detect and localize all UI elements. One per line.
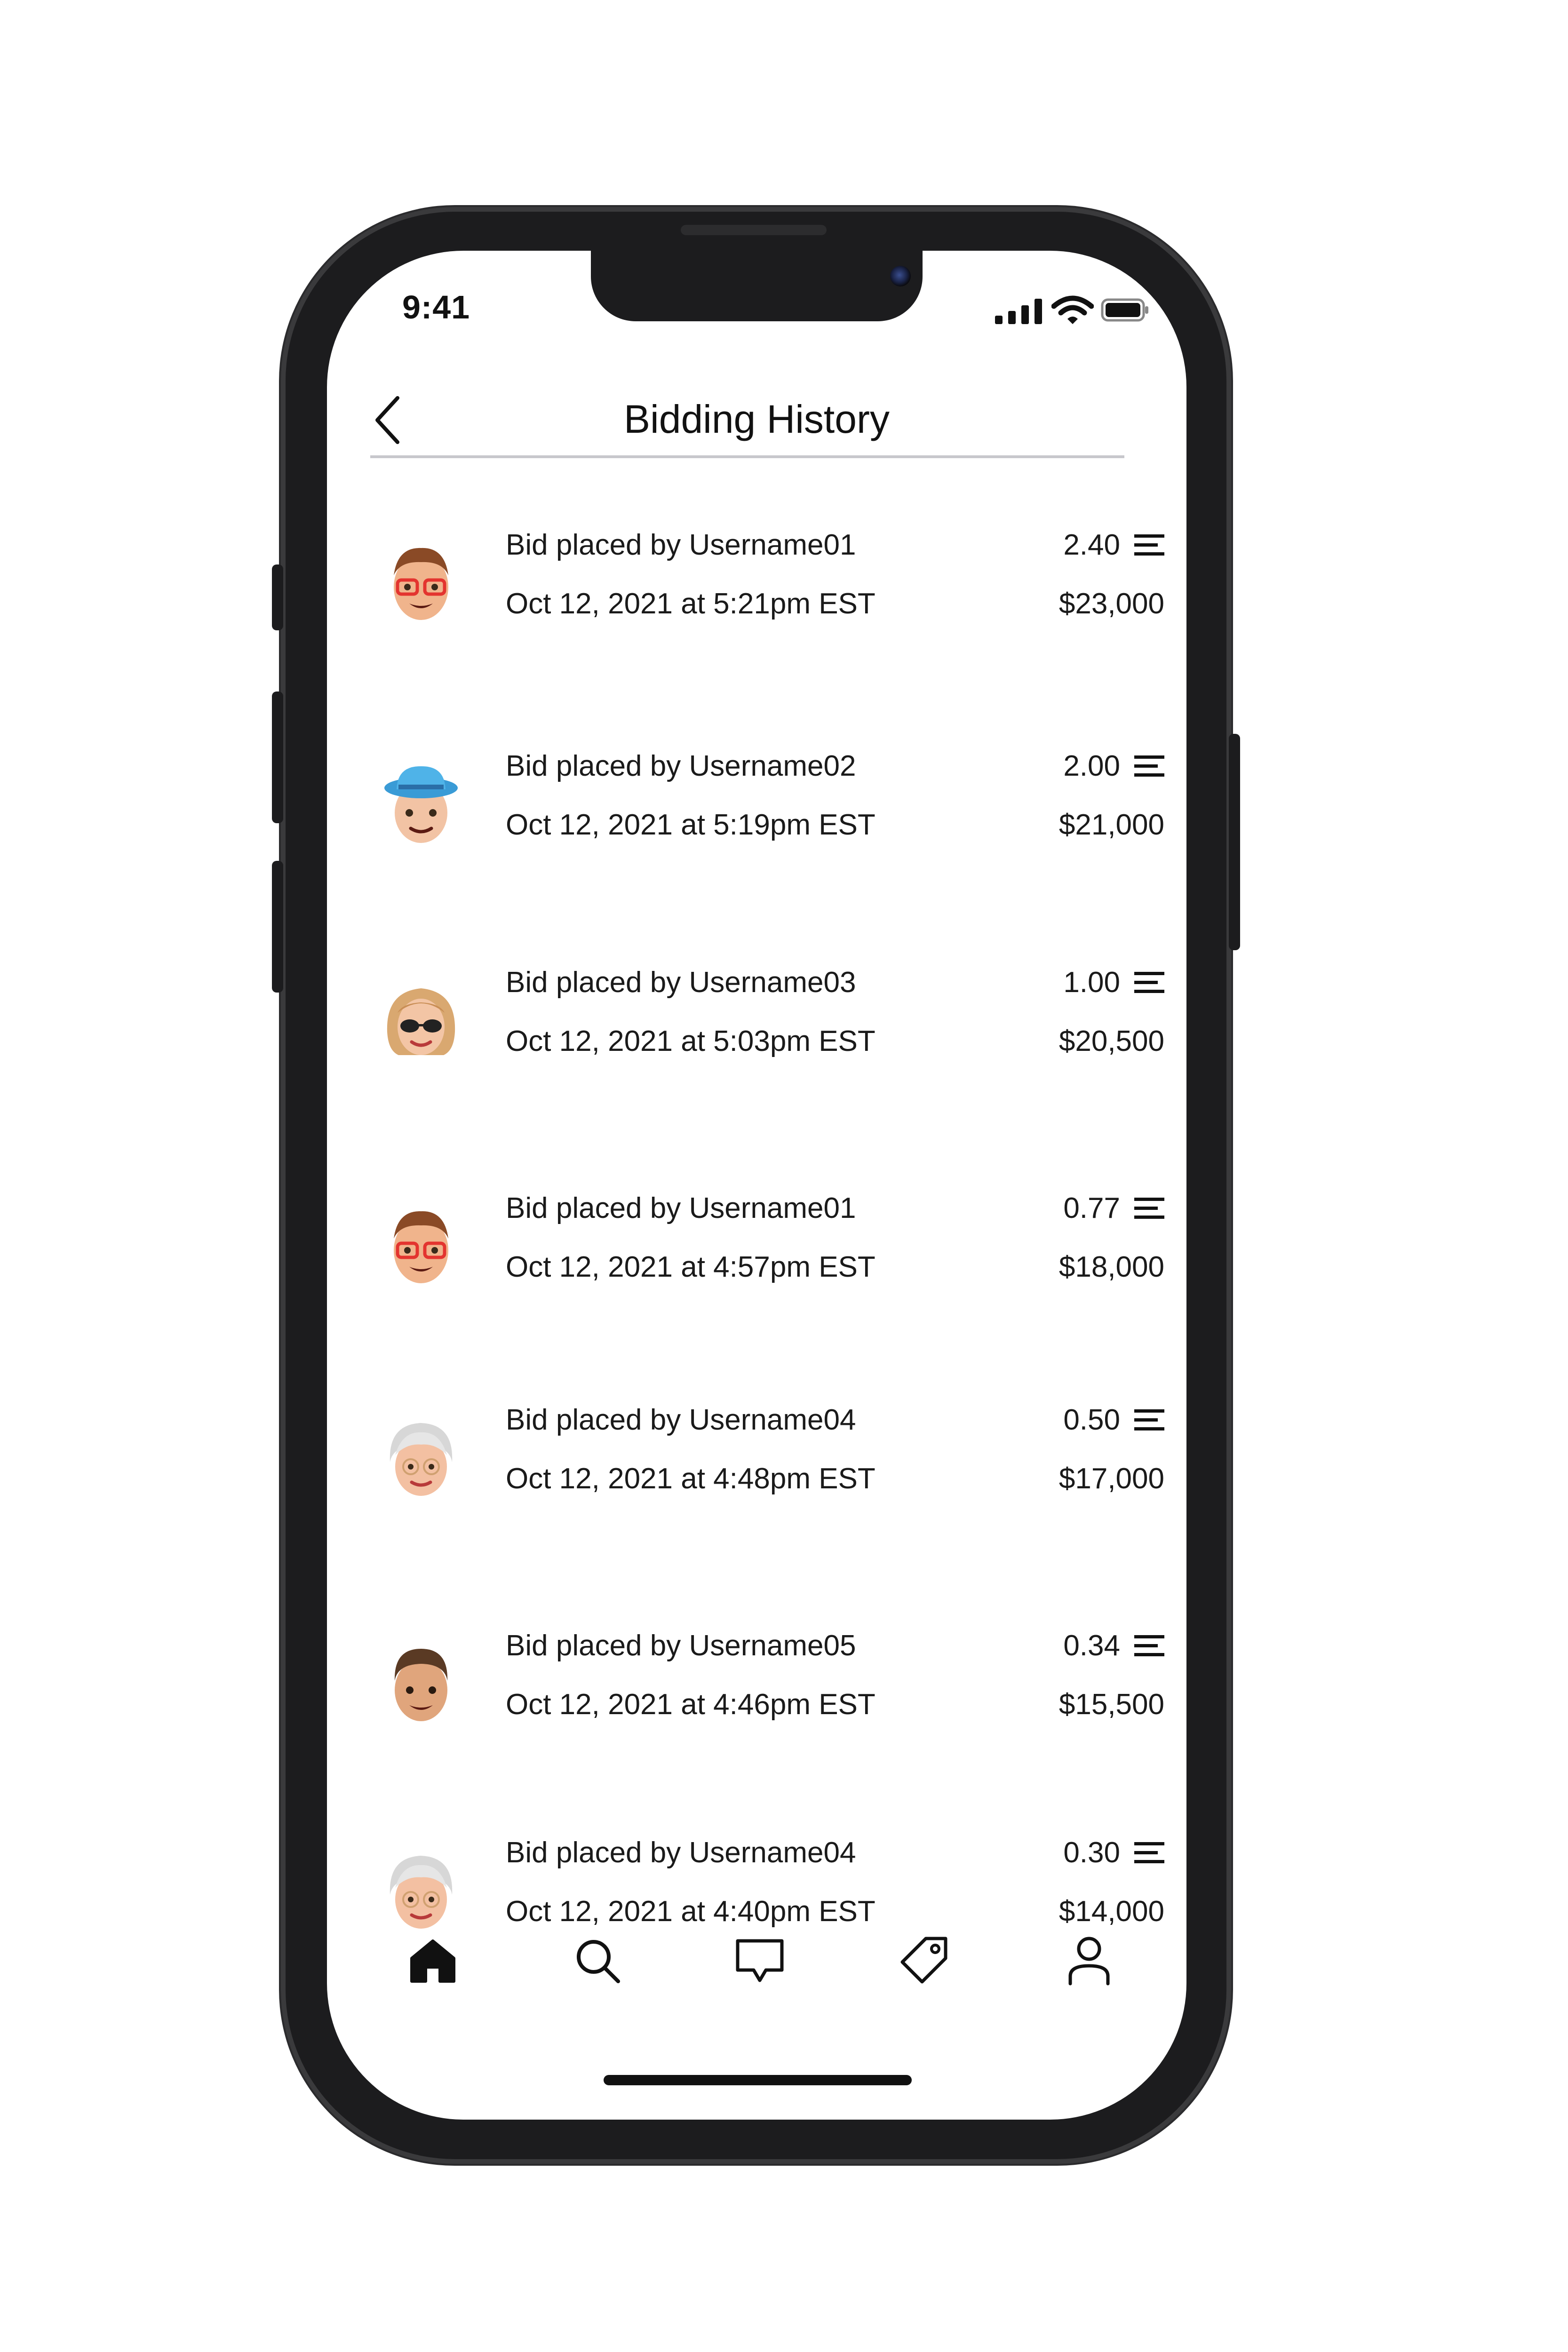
list-icon bbox=[1134, 1409, 1164, 1430]
home-indicator[interactable] bbox=[604, 2075, 912, 2085]
tab-offers[interactable] bbox=[889, 1925, 960, 1996]
bid-rate: 0.77 bbox=[1063, 1192, 1164, 1225]
bid-date: Oct 12, 2021 at 4:48pm EST bbox=[506, 1462, 876, 1495]
earpiece-speaker bbox=[681, 225, 827, 235]
bid-amount: $23,000 bbox=[1059, 588, 1164, 620]
tag-icon bbox=[900, 1937, 947, 1984]
bid-rate-value: 0.77 bbox=[1063, 1192, 1120, 1224]
avatar bbox=[383, 1850, 459, 1935]
bid-amount: $21,000 bbox=[1059, 809, 1164, 841]
power-button bbox=[1229, 734, 1240, 950]
search-icon bbox=[577, 1940, 620, 1983]
bid-date: Oct 12, 2021 at 4:46pm EST bbox=[506, 1688, 876, 1721]
bid-user: Bid placed by Username01 bbox=[506, 529, 856, 561]
avatar bbox=[383, 542, 459, 627]
chat-icon bbox=[736, 1939, 784, 1982]
bid-amount: $18,000 bbox=[1059, 1251, 1164, 1283]
tab-home[interactable] bbox=[398, 1925, 468, 1996]
phone-screen: 9:41 Bidding History Bid placed by Usern… bbox=[327, 251, 1186, 2120]
bid-rate-value: 2.40 bbox=[1063, 529, 1120, 561]
bid-rate: 2.00 bbox=[1063, 749, 1164, 783]
bid-rate-value: 0.34 bbox=[1063, 1629, 1120, 1662]
bid-amount: $17,000 bbox=[1059, 1462, 1164, 1495]
bid-rate-value: 1.00 bbox=[1063, 966, 1120, 999]
list-item[interactable]: Bid placed by Username04 Oct 12, 2021 at… bbox=[365, 1398, 1164, 1521]
home-icon bbox=[410, 1939, 455, 1983]
avatar bbox=[383, 763, 459, 848]
bid-date: Oct 12, 2021 at 5:21pm EST bbox=[506, 588, 876, 620]
avatar bbox=[383, 1643, 459, 1728]
list-icon bbox=[1134, 755, 1164, 777]
list-item[interactable]: Bid placed by Username03 Oct 12, 2021 at… bbox=[365, 961, 1164, 1083]
bid-date: Oct 12, 2021 at 5:03pm EST bbox=[506, 1025, 876, 1057]
bid-user: Bid placed by Username04 bbox=[506, 1836, 856, 1869]
profile-icon bbox=[1068, 1937, 1110, 1986]
bid-list: Bid placed by Username01 Oct 12, 2021 at… bbox=[327, 251, 1186, 2120]
bid-amount: $15,500 bbox=[1059, 1688, 1164, 1721]
avatar bbox=[383, 980, 459, 1065]
list-item[interactable]: Bid placed by Username01 Oct 12, 2021 at… bbox=[365, 524, 1164, 646]
tab-messages[interactable] bbox=[724, 1925, 795, 1996]
list-icon bbox=[1134, 1842, 1164, 1863]
bid-user: Bid placed by Username04 bbox=[506, 1404, 856, 1436]
bid-user: Bid placed by Username02 bbox=[506, 750, 856, 782]
bid-amount: $14,000 bbox=[1059, 1895, 1164, 1928]
list-icon bbox=[1134, 1635, 1164, 1656]
volume-up-button bbox=[272, 691, 283, 823]
tab-bar bbox=[327, 1925, 1186, 2019]
bid-rate-value: 0.30 bbox=[1063, 1836, 1120, 1869]
list-icon bbox=[1134, 1197, 1164, 1219]
avatar bbox=[383, 1417, 459, 1502]
list-icon bbox=[1134, 534, 1164, 556]
bid-user: Bid placed by Username01 bbox=[506, 1192, 856, 1224]
list-icon bbox=[1134, 971, 1164, 993]
avatar bbox=[383, 1206, 459, 1290]
bid-rate: 0.34 bbox=[1063, 1629, 1164, 1662]
bid-date: Oct 12, 2021 at 5:19pm EST bbox=[506, 809, 876, 841]
bid-user: Bid placed by Username05 bbox=[506, 1629, 856, 1662]
bid-date: Oct 12, 2021 at 4:57pm EST bbox=[506, 1251, 876, 1283]
volume-down-button bbox=[272, 861, 283, 993]
tab-profile[interactable] bbox=[1054, 1925, 1124, 1996]
bid-rate: 1.00 bbox=[1063, 966, 1164, 999]
bid-rate-value: 2.00 bbox=[1063, 750, 1120, 782]
bid-amount: $20,500 bbox=[1059, 1025, 1164, 1057]
bid-date: Oct 12, 2021 at 4:40pm EST bbox=[506, 1895, 876, 1928]
bid-rate: 0.50 bbox=[1063, 1403, 1164, 1437]
mute-switch bbox=[272, 564, 283, 630]
bid-user: Bid placed by Username03 bbox=[506, 966, 856, 999]
list-item[interactable]: Bid placed by Username01 Oct 12, 2021 at… bbox=[365, 1187, 1164, 1309]
tab-search[interactable] bbox=[562, 1925, 633, 1996]
bid-rate: 0.30 bbox=[1063, 1836, 1164, 1869]
list-item[interactable]: Bid placed by Username05 Oct 12, 2021 at… bbox=[365, 1624, 1164, 1747]
bid-rate: 2.40 bbox=[1063, 528, 1164, 562]
list-item[interactable]: Bid placed by Username02 Oct 12, 2021 at… bbox=[365, 745, 1164, 867]
bid-rate-value: 0.50 bbox=[1063, 1404, 1120, 1436]
